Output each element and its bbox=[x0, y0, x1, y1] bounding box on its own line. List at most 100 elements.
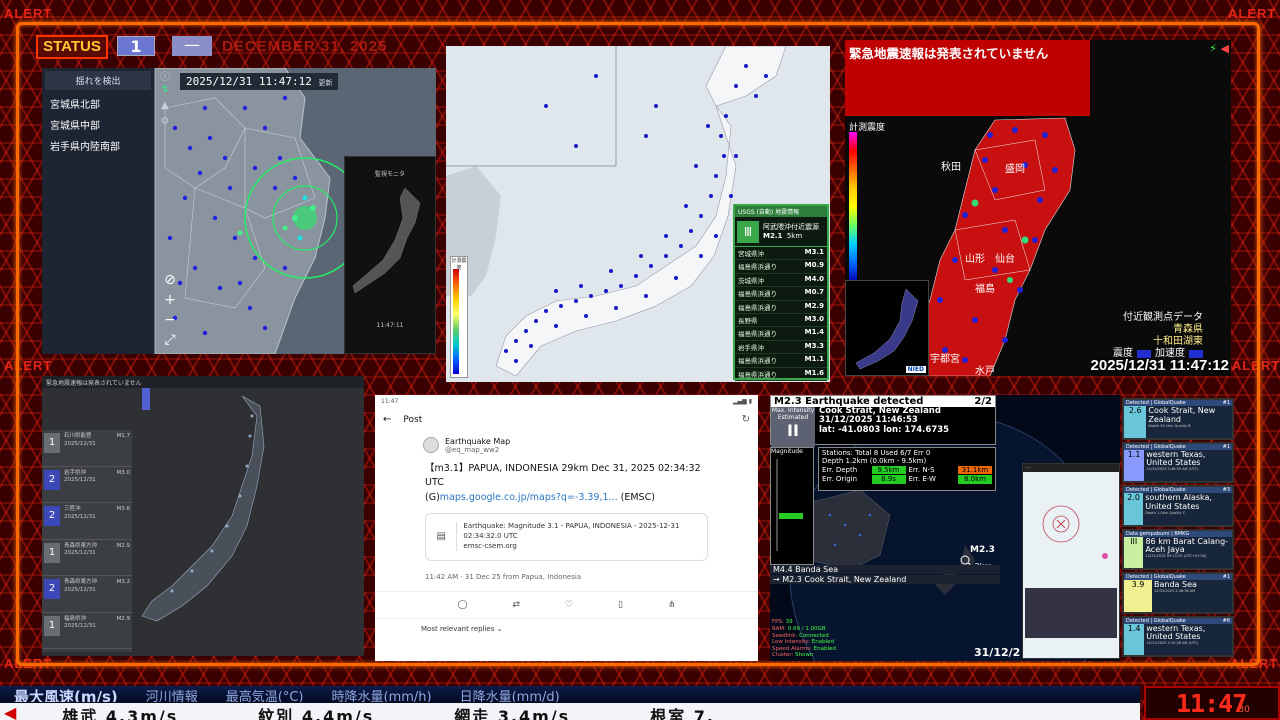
list-item[interactable]: 2 三陸沖 2025/12/31 M3.6 bbox=[42, 503, 132, 540]
station-dot bbox=[594, 74, 598, 78]
quake-time: 2025/12/31 bbox=[64, 513, 96, 520]
no-image-icon[interactable]: ⊘ bbox=[160, 272, 180, 292]
station-dot bbox=[729, 194, 733, 198]
station-dot bbox=[554, 324, 558, 328]
usgs-quake-row[interactable]: 福島県浜通りM1.6 bbox=[735, 381, 827, 383]
station-dot bbox=[744, 64, 748, 68]
station-dot bbox=[574, 144, 578, 148]
event-card[interactable]: Detected | GlobalQuake #1 2.6 Cook Strait… bbox=[1122, 398, 1234, 440]
post-suffix: (EMSC) bbox=[617, 491, 655, 503]
event-card[interactable]: Data gempabumi | BMKG III 86 km Barat Ca… bbox=[1122, 528, 1234, 570]
event-cards: Detected | GlobalQuake #1 2.6 Cook Strait… bbox=[1122, 398, 1234, 660]
usgs-quake-row[interactable]: 岩手県沖 M3.3 bbox=[735, 341, 827, 355]
station-dot bbox=[554, 289, 558, 293]
usgs-quake-row[interactable]: 長野県 M3.0 bbox=[735, 314, 827, 328]
kyoshin-monitor-panel: 秋田 盛岡 山形 仙台 福島 宇都宮 水戸 緊急地震速報は発表されていません ⚡… bbox=[845, 40, 1231, 376]
ticker-arrow-icon: ◀ bbox=[4, 703, 19, 720]
japan-map-panel: 計測震度 USGS (自動) 地震情報 Ⅲ 阿武隈沖付近震源 M2.1 5km … bbox=[446, 46, 830, 382]
event-list-item[interactable]: M4.4 Banda Sea bbox=[770, 565, 1000, 574]
list-item[interactable]: 1 福島県沖 2025/12/31 M2.9 bbox=[42, 613, 132, 649]
usgs-quake-row[interactable]: 福島県浜通り M1.1 bbox=[735, 354, 827, 368]
event-card[interactable]: Detected | GlobalQuake #1 1.1 western Tex… bbox=[1122, 441, 1234, 483]
nav-title: Post bbox=[403, 414, 423, 425]
post-author[interactable]: Earthquake Map @eq_map_ww2 bbox=[375, 431, 758, 460]
usgs-quake-row[interactable]: 福島県浜通りM1.6 bbox=[735, 368, 827, 381]
quake-place: 石川県能登 bbox=[64, 433, 92, 439]
update-time: 2025/12/31 11:47:12 更新 bbox=[180, 73, 339, 90]
card-place: 86 km Barat Calang-Aceh Jaya bbox=[1145, 536, 1229, 555]
err-origin-label: Err. Origin bbox=[822, 475, 858, 484]
usgs-quake-row[interactable]: 宮城県沖 M3.1 bbox=[735, 247, 827, 261]
usgs-quake-row[interactable]: 福島県浜通り M1.4 bbox=[735, 327, 827, 341]
station-dot bbox=[664, 254, 668, 258]
phone-monitor: 監視モニタ 11:47:11 bbox=[344, 156, 436, 354]
station-dot bbox=[654, 104, 658, 108]
list-item[interactable]: 2 青森県東方沖 2025/12/31 M3.2 bbox=[42, 576, 132, 613]
err-ew: 8.0km bbox=[958, 475, 992, 484]
quake-place: 福島県浜通り bbox=[738, 357, 777, 366]
quake-mag: M1.7 bbox=[116, 433, 131, 439]
quake-history-list: 1 石川県能登 2025/12/31 M1.7 2 岩手県沖 2025/12/31 M… bbox=[42, 430, 132, 652]
list-item[interactable]: 1 青森県東方沖 2025/12/31 M2.9 bbox=[42, 540, 132, 576]
event-list-item[interactable]: → M2.3 Cook Strait, New Zealand bbox=[770, 575, 1000, 584]
reply-icon[interactable]: ◯ bbox=[457, 600, 467, 610]
usgs-main-event[interactable]: Ⅲ 阿武隈沖付近震源 M2.1 5km bbox=[735, 217, 827, 247]
avatar[interactable] bbox=[423, 437, 439, 453]
usgs-quake-row[interactable]: 茨城県沖 M4.0 bbox=[735, 274, 827, 288]
monitor-clock: 2025/12/31 11:47:12 bbox=[1090, 357, 1229, 374]
phone-quake-map: ⋯ bbox=[1022, 463, 1120, 659]
usgs-quake-row[interactable]: 福島県浜通り M0.9 bbox=[735, 260, 827, 274]
share-icon[interactable]: ⋔ bbox=[668, 600, 676, 610]
event-card[interactable]: Detected | GlobalQuake #1 3.9 Banda Sea 12… bbox=[1122, 572, 1234, 614]
usgs-quake-row[interactable]: 福島県浜通り M2.9 bbox=[735, 301, 827, 314]
zoom-in-button[interactable]: + bbox=[160, 292, 180, 312]
city-label: 盛岡 bbox=[1005, 162, 1025, 175]
region-item[interactable]: 宮城県北部 bbox=[42, 93, 154, 114]
lightning-icon: ⚡ bbox=[1209, 42, 1218, 55]
repost-icon[interactable]: ⇄ bbox=[513, 600, 521, 610]
card-intensity: 2.6 bbox=[1124, 406, 1147, 438]
region-item[interactable]: 宮城県中部 bbox=[42, 114, 154, 135]
list-item[interactable]: 2 岩手県沖 2025/12/31 M3.0 bbox=[42, 467, 132, 503]
card-place: Banda Sea bbox=[1154, 580, 1197, 589]
region-item[interactable]: 岩手県内陸南部 bbox=[42, 135, 154, 156]
quake-mag: M3.0 bbox=[804, 314, 824, 323]
event-card[interactable]: Detected | GlobalQuake #6 1.4 western Tex… bbox=[1122, 615, 1234, 657]
link-card[interactable]: ▤ Earthquake: Magnitude 3.1 - PAPUA, IND… bbox=[425, 512, 708, 561]
quake-place: 福島県浜通り bbox=[738, 263, 777, 272]
warning-icon[interactable]: ▲ bbox=[158, 100, 172, 116]
info-icon[interactable]: ⓘ bbox=[158, 68, 172, 84]
phone-japan-map bbox=[352, 187, 421, 294]
quake-mag: M0.7 bbox=[804, 288, 824, 297]
like-icon[interactable]: ♡ bbox=[565, 600, 573, 610]
fullscreen-icon[interactable]: ⤢ bbox=[160, 332, 180, 352]
card-place: southern Alaska, United States bbox=[1145, 493, 1212, 511]
gear-icon[interactable]: ⚙ bbox=[158, 116, 172, 132]
main-intensity: Ⅲ bbox=[737, 220, 759, 243]
big-clock: 11:47 30 bbox=[1144, 686, 1280, 720]
alert-text: ALERT bbox=[4, 6, 53, 21]
weather-ticker: 最大風速(m/s) 河川情報 最高気温(°C) 時降水量(mm/h) 日降水量(… bbox=[0, 686, 1140, 720]
refresh-icon[interactable]: ↻ bbox=[742, 414, 750, 425]
post-link[interactable]: maps.google.co.jp/maps?q=-3.39,1... bbox=[440, 492, 618, 503]
station-dot bbox=[534, 319, 538, 323]
ticker-categories: 最大風速(m/s) 河川情報 最高気温(°C) 時降水量(mm/h) 日降水量(… bbox=[0, 686, 1140, 702]
station-dot bbox=[524, 329, 528, 333]
wave-icon[interactable]: ↯ bbox=[158, 84, 172, 100]
japan-inset-map: NIED bbox=[845, 280, 929, 376]
city-label: 宇都宮 bbox=[930, 352, 960, 365]
ticker-values: ◀ 雄武 4.3m/s 紋別 4.4m/s 網走 3.4m/s 根室 7. bbox=[0, 703, 1140, 720]
station-dot bbox=[544, 309, 548, 313]
bookmark-icon[interactable]: ▯ bbox=[618, 600, 623, 610]
phone-time: 11:47:11 bbox=[376, 322, 404, 329]
usgs-quake-row[interactable]: 福島県浜通り M0.7 bbox=[735, 287, 827, 301]
event-card[interactable]: Detected | GlobalQuake #3 2.0 southern Al… bbox=[1122, 485, 1234, 527]
author-name: Earthquake Map bbox=[445, 437, 511, 446]
back-arrow-icon[interactable]: ← bbox=[383, 414, 391, 425]
signal-icon: ▂▄▆ ▮ bbox=[732, 398, 752, 405]
back-icon[interactable]: ◀ bbox=[1221, 42, 1229, 55]
event-list: M4.4 Banda Sea → M2.3 Cook Strait, New Z… bbox=[770, 565, 1000, 585]
zoom-out-button[interactable]: − bbox=[160, 312, 180, 332]
list-item[interactable]: 1 石川県能登 2025/12/31 M1.7 bbox=[42, 430, 132, 467]
replies-sort[interactable]: Most relevant replies ⌄ bbox=[375, 623, 758, 635]
